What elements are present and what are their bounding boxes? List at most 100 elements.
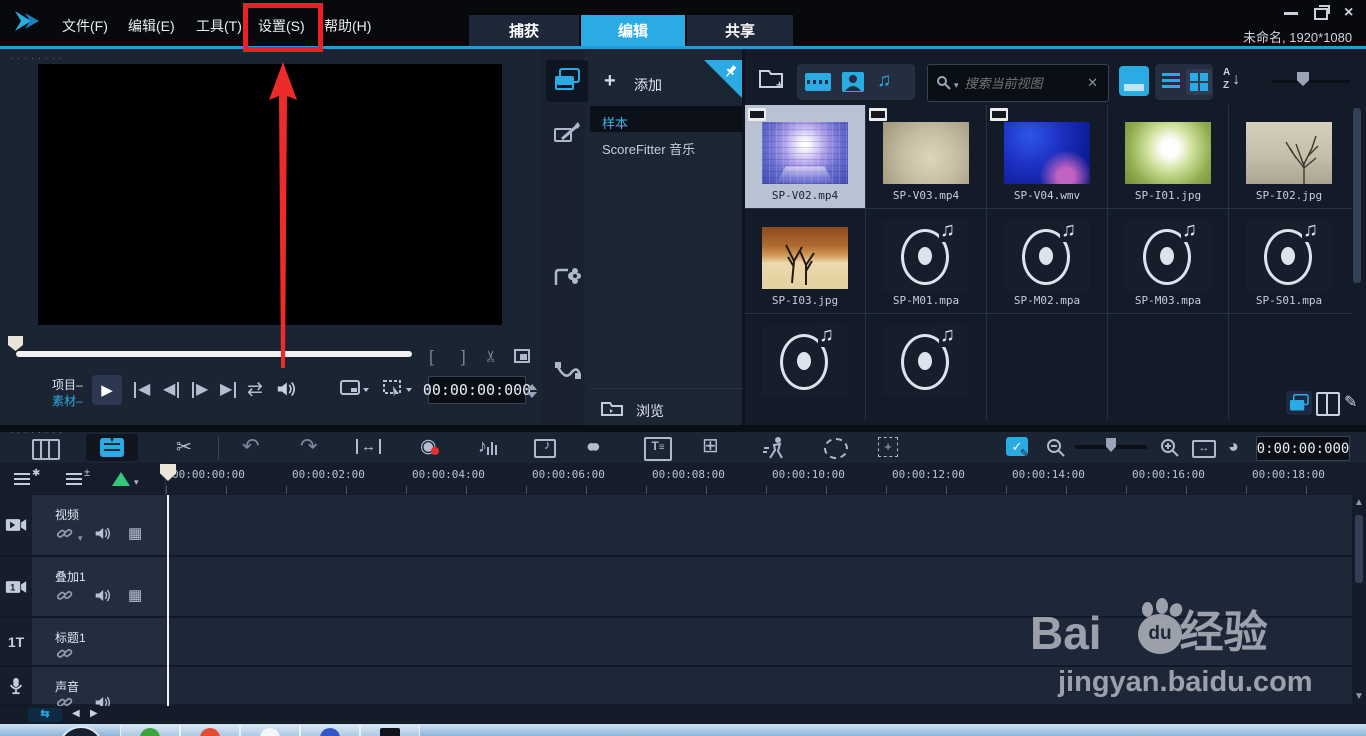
- tools-button[interactable]: ✂: [176, 438, 192, 457]
- track-mute-icon[interactable]: [94, 588, 111, 603]
- search-icon[interactable]: [936, 75, 952, 91]
- tab-edit[interactable]: 编辑: [581, 15, 685, 46]
- add-track-button[interactable]: ±: [66, 467, 90, 485]
- link-caret[interactable]: ▾: [78, 533, 83, 544]
- end-button[interactable]: ▶: [220, 382, 237, 398]
- add-folder-header[interactable]: + 添加: [590, 60, 742, 107]
- library-item[interactable]: SP-V03.mp4: [866, 105, 986, 208]
- selection-mode-icon[interactable]: [383, 380, 413, 398]
- library-item[interactable]: SP-I01.jpg: [1108, 105, 1228, 208]
- record-capture-button[interactable]: ◉: [420, 437, 439, 456]
- library-item[interactable]: SP-I03.jpg: [745, 210, 865, 313]
- library-item-selected[interactable]: SP-V02.mp4: [745, 105, 865, 208]
- tab-capture[interactable]: 捕获: [469, 15, 579, 46]
- resize-mode-icon[interactable]: [340, 380, 370, 398]
- timecode-stepper[interactable]: [527, 379, 537, 403]
- 3d-title-button[interactable]: +: [878, 437, 898, 457]
- preview-timecode[interactable]: 00:00:00:000: [423, 376, 531, 404]
- scroll-left-arrow[interactable]: ◀: [72, 708, 80, 719]
- nav-item-samples[interactable]: 样本: [590, 106, 742, 132]
- taskbar-item[interactable]: [300, 725, 360, 736]
- voice-track-header[interactable]: 声音: [32, 667, 165, 709]
- scrubber-bar[interactable]: [16, 351, 412, 357]
- repeat-button[interactable]: ⇄: [247, 380, 263, 399]
- auto-music-button[interactable]: ♪: [534, 437, 556, 458]
- rail-graphics-icon[interactable]: [554, 265, 582, 289]
- voice-track-icon[interactable]: [0, 667, 32, 706]
- sound-mixer-button[interactable]: ♪: [478, 437, 499, 455]
- close-button[interactable]: ×: [1344, 4, 1353, 22]
- multicam-editor-button[interactable]: ⊞: [702, 436, 719, 456]
- library-item[interactable]: ♫: [866, 315, 986, 420]
- undo-button[interactable]: ↶: [242, 436, 260, 457]
- title-track-icon[interactable]: 1T: [0, 618, 32, 667]
- library-item[interactable]: ♫ SP-M02.mpa: [987, 210, 1107, 313]
- track-manager-button[interactable]: ✱: [14, 468, 40, 485]
- search-clear-icon[interactable]: ✕: [1087, 75, 1098, 91]
- timeline-view-button[interactable]: [86, 434, 138, 461]
- tab-share[interactable]: 共享: [687, 15, 793, 46]
- enlarge-preview-icon[interactable]: [514, 349, 530, 363]
- view-scenes-button[interactable]: [1119, 66, 1149, 96]
- redo-button[interactable]: ↷: [300, 436, 318, 457]
- track-mute-icon[interactable]: [94, 526, 111, 541]
- sort-button[interactable]: A Z ↓: [1223, 66, 1240, 92]
- menu-edit[interactable]: 编辑(E): [128, 16, 175, 36]
- menu-help[interactable]: 帮助(H): [324, 16, 371, 36]
- library-item[interactable]: ♫ SP-S01.mpa: [1229, 210, 1349, 313]
- thumb-size-slider[interactable]: [1272, 80, 1350, 83]
- timeline-scrollbar[interactable]: [1355, 515, 1363, 583]
- track-fx-grid-icon[interactable]: ▦: [128, 586, 142, 604]
- restore-button[interactable]: [1314, 5, 1330, 20]
- duration-button[interactable]: ◕: [1228, 437, 1239, 455]
- split-clip-icon[interactable]: ✂: [484, 349, 501, 362]
- windows-taskbar[interactable]: [0, 724, 1366, 736]
- show-library-button[interactable]: [1286, 391, 1312, 415]
- menu-file[interactable]: 文件(F): [62, 16, 108, 36]
- prev-frame-button[interactable]: ◀: [163, 382, 180, 398]
- browse-button[interactable]: 浏览: [590, 388, 742, 426]
- zoom-in-button[interactable]: [1160, 438, 1180, 458]
- track-fx-grid-icon[interactable]: ▦: [128, 524, 142, 542]
- taskbar-item[interactable]: [360, 725, 420, 736]
- ripple-toggle-icon[interactable]: [112, 472, 130, 486]
- overlay-track-icon[interactable]: 1: [0, 557, 32, 618]
- library-item[interactable]: SP-V04.wmv: [987, 105, 1107, 208]
- filter-audio-icon[interactable]: ♫: [877, 70, 891, 92]
- scrubber-handle[interactable]: [8, 336, 23, 351]
- mark-in-button[interactable]: [: [429, 348, 434, 365]
- next-frame-button[interactable]: ▶: [192, 382, 208, 398]
- ripple-edit-button[interactable]: ↔: [356, 439, 381, 454]
- playhead-line[interactable]: [167, 495, 169, 706]
- overlay-objects-button[interactable]: ●●: [586, 437, 601, 455]
- split-panel-button[interactable]: [1316, 392, 1340, 416]
- nav-item-scorefitter[interactable]: ScoreFitter 音乐: [590, 132, 742, 158]
- toolbar-drag-handle[interactable]: ········: [10, 428, 66, 437]
- clip-mode-label[interactable]: 素材–: [52, 392, 83, 409]
- subtitle-editor-button[interactable]: T≡: [644, 437, 672, 461]
- panel-drag-handle[interactable]: ········: [10, 54, 66, 63]
- title-track-header[interactable]: 标题1: [32, 618, 165, 667]
- edit-panel-button[interactable]: ✎: [1344, 392, 1357, 412]
- mask-creator-button[interactable]: [824, 438, 848, 459]
- preview-screen[interactable]: [38, 64, 502, 325]
- video-track-lane[interactable]: [165, 495, 1352, 557]
- library-item[interactable]: ♫ SP-M03.mpa: [1108, 210, 1228, 313]
- filter-video-icon[interactable]: [805, 73, 831, 91]
- taskbar-item[interactable]: [120, 725, 180, 736]
- project-mode-label[interactable]: 项目–: [52, 376, 83, 393]
- minimize-button[interactable]: [1284, 12, 1298, 15]
- timeline-zoom-handle[interactable]: [1106, 438, 1116, 452]
- library-item[interactable]: ♫ SP-M01.mpa: [866, 210, 986, 313]
- thumb-size-slider-handle[interactable]: [1297, 72, 1309, 86]
- storyboard-view-button[interactable]: [32, 439, 60, 460]
- rail-media-active[interactable]: [546, 60, 588, 102]
- view-list-button[interactable]: [1162, 73, 1180, 88]
- zoom-out-button[interactable]: [1046, 438, 1066, 458]
- swap-tracks-button[interactable]: ⇆: [28, 708, 62, 722]
- fit-project-button[interactable]: ↔: [1192, 440, 1216, 458]
- start-orb[interactable]: [58, 726, 104, 736]
- video-track-header[interactable]: 视频 ▾ ▦: [32, 495, 165, 557]
- import-folder-icon[interactable]: +: [758, 66, 786, 90]
- search-input[interactable]: [958, 75, 1088, 91]
